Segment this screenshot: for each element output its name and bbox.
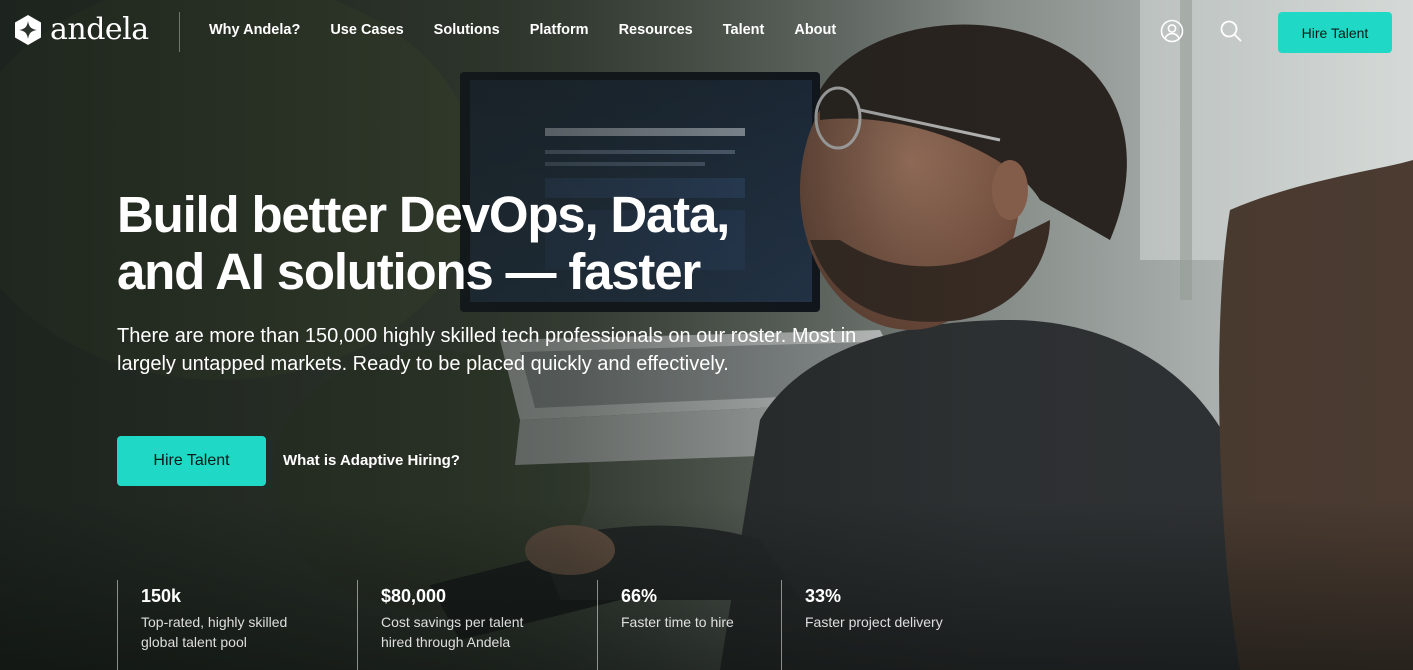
account-button[interactable]	[1159, 18, 1185, 44]
andela-logo[interactable]: andela	[12, 14, 149, 46]
nav-about[interactable]: About	[794, 22, 836, 38]
hero-title-line-2: and AI solutions — faster	[117, 243, 701, 300]
stat-talent-pool: 150k Top-rated, highly skilled global ta…	[117, 580, 357, 670]
adaptive-hiring-link[interactable]: What is Adaptive Hiring?	[283, 452, 460, 469]
stat-description-line-2: global talent pool	[141, 634, 247, 650]
stat-value: 150k	[141, 586, 182, 606]
nav-resources[interactable]: Resources	[619, 22, 693, 38]
stat-cost-savings: $80,000 Cost savings per talent hired th…	[357, 580, 597, 670]
stat-description: Cost savings per talent hired through An…	[381, 612, 571, 652]
stat-value: $80,000	[381, 586, 447, 606]
nav-platform[interactable]: Platform	[530, 22, 589, 38]
stat-description-line-1: Faster time to hire	[621, 614, 734, 630]
stat-project-delivery: 33% Faster project delivery	[781, 580, 1021, 670]
stat-time-to-hire: 66% Faster time to hire	[597, 580, 781, 670]
hero-subtitle: There are more than 150,000 highly skill…	[117, 322, 917, 378]
andela-logo-icon	[15, 15, 41, 45]
search-icon	[1220, 20, 1242, 42]
user-circle-icon	[1160, 19, 1184, 43]
site-header: andela Why Andela? Use Cases Solutions P…	[0, 0, 1413, 64]
search-button[interactable]	[1218, 18, 1244, 44]
nav-solutions[interactable]: Solutions	[434, 22, 500, 38]
header-hire-talent-button[interactable]: Hire Talent	[1278, 12, 1392, 53]
hero-subtitle-line-2: largely untapped markets. Ready to be pl…	[117, 353, 729, 375]
main-nav: Why Andela? Use Cases Solutions Platform…	[209, 22, 836, 38]
hero-hire-talent-button[interactable]: Hire Talent	[117, 436, 266, 486]
nav-talent[interactable]: Talent	[723, 22, 765, 38]
header-divider	[179, 12, 180, 52]
nav-why-andela[interactable]: Why Andela?	[209, 22, 300, 38]
stat-description-line-1: Cost savings per talent	[381, 614, 524, 630]
logo-wordmark: andela	[50, 12, 149, 47]
hero-title: Build better DevOps, Data, and AI soluti…	[117, 186, 817, 300]
stat-description: Faster project delivery	[805, 612, 995, 632]
hero-subtitle-line-1: There are more than 150,000 highly skill…	[117, 325, 857, 347]
stat-description-line-1: Top-rated, highly skilled	[141, 614, 288, 630]
stat-description-line-2: hired through Andela	[381, 634, 511, 650]
stat-value: 66%	[621, 586, 658, 606]
stat-description-line-1: Faster project delivery	[805, 614, 943, 630]
hero-title-line-1: Build better DevOps, Data,	[117, 186, 730, 243]
stat-value: 33%	[805, 586, 842, 606]
nav-use-cases[interactable]: Use Cases	[330, 22, 403, 38]
stat-description: Top-rated, highly skilled global talent …	[141, 612, 331, 652]
